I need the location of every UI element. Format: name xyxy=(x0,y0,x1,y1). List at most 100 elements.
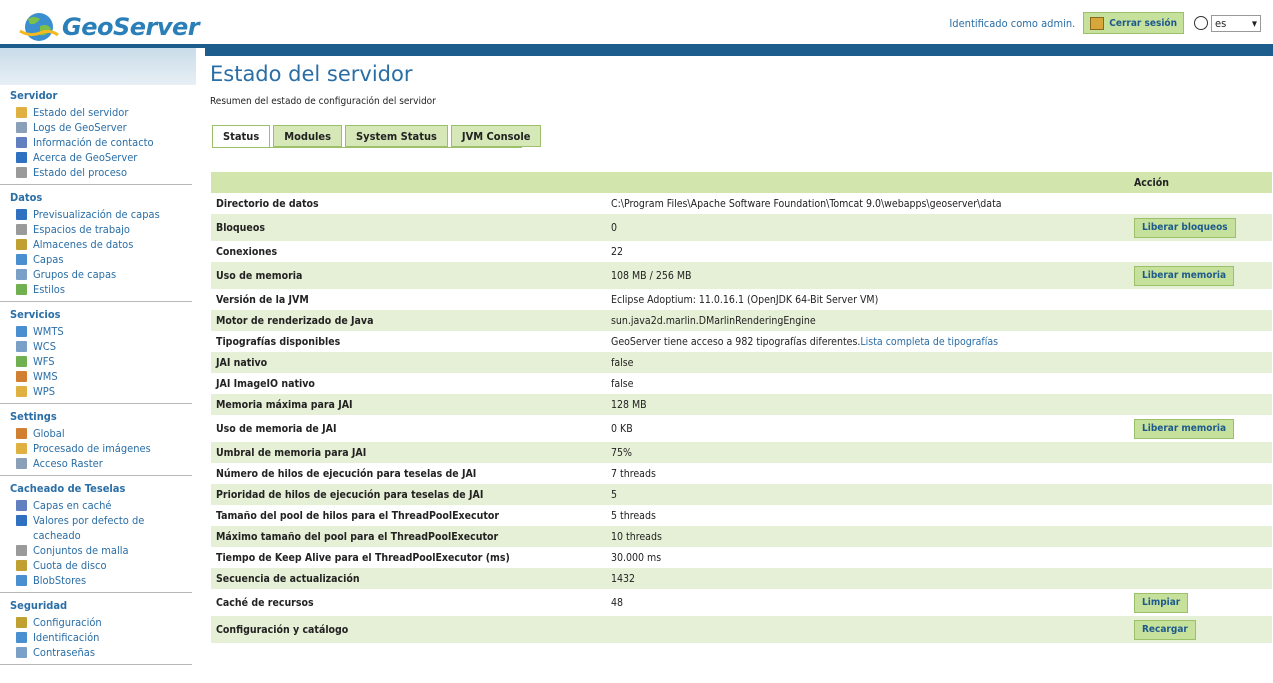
logo-text: GeoServer xyxy=(62,13,200,41)
sidebar-item[interactable]: Acceso Raster xyxy=(16,456,192,471)
row-value-text: 5 xyxy=(611,488,618,501)
row-value-text: 0 xyxy=(611,221,618,234)
sidebar-item[interactable]: Contraseñas xyxy=(16,645,192,660)
sidebar-item-label: Capas xyxy=(33,253,64,266)
layers-icon xyxy=(16,254,27,265)
sidebar-item[interactable]: Cuota de disco xyxy=(16,558,192,573)
sidebar-item-label: Logs de GeoServer xyxy=(33,121,127,134)
sidebar-item[interactable]: Estilos xyxy=(16,282,192,297)
row-value: 7 threads xyxy=(606,463,1129,484)
sidebar-item-label: Información de contacto xyxy=(33,136,154,149)
sidebar-item-label: Global xyxy=(33,427,65,440)
sidebar-item[interactable]: Global xyxy=(16,426,192,441)
tab-bar: Status Modules System Status JVM Console xyxy=(212,125,544,148)
table-row: Bloqueos 0 Liberar bloqueos xyxy=(211,214,1272,241)
sidebar-item-label: WMTS xyxy=(33,325,64,338)
sidebar: Servidor Estado del servidor Logs de GeoSe… xyxy=(0,48,196,683)
tab-jvm-console[interactable]: JVM Console xyxy=(450,125,542,147)
sidebar-item[interactable]: WMS xyxy=(16,369,192,384)
row-value: false xyxy=(606,352,1129,373)
table-row: Memoria máxima para JAI 128 MB xyxy=(211,394,1272,415)
fonts-list-link[interactable]: Lista completa de tipografías xyxy=(860,336,998,348)
row-label: Memoria máxima para JAI xyxy=(211,394,606,415)
row-action xyxy=(1129,568,1272,589)
action-button[interactable]: Recargar xyxy=(1134,619,1196,640)
sidebar-item[interactable]: WCS xyxy=(16,339,192,354)
sidebar-item[interactable]: Previsualización de capas xyxy=(16,207,192,222)
sidebar-item-label: Estilos xyxy=(33,283,65,296)
sidebar-item-label: Procesado de imágenes xyxy=(33,442,151,455)
sidebar-group-settings: Settings Global Procesado de imágenes Acces… xyxy=(0,410,192,476)
language-select[interactable]: es ▾ xyxy=(1211,14,1261,32)
row-label: Número de hilos de ejecución para tesela… xyxy=(216,467,477,480)
action-button[interactable]: Liberar memoria xyxy=(1134,418,1235,439)
sidebar-item[interactable]: WFS xyxy=(16,354,192,369)
tab-modules[interactable]: Modules xyxy=(273,125,342,147)
global-icon xyxy=(16,428,27,439)
sidebar-group-servicios: Servicios WMTS WCS WFS WMS WPS xyxy=(0,308,192,404)
row-action xyxy=(1129,463,1272,484)
sidebar-item[interactable]: Espacios de trabajo xyxy=(16,222,192,237)
action-button[interactable]: Liberar bloqueos xyxy=(1134,217,1236,238)
sidebar-item[interactable]: Información de contacto xyxy=(16,135,192,150)
table-row: Configuración y catálogo Recargar xyxy=(211,616,1272,643)
row-action xyxy=(1129,241,1272,262)
sidebar-item[interactable]: Identificación xyxy=(16,630,192,645)
row-label: Tiempo de Keep Alive para el ThreadPoolE… xyxy=(216,551,510,564)
sidebar-item-label: Capas en caché xyxy=(33,499,112,512)
table-row: Directorio de datos C:\Program Files\Apac… xyxy=(211,193,1272,214)
sidebar-item-label: WPS xyxy=(33,385,56,398)
row-action xyxy=(1129,547,1272,568)
sidebar-item[interactable]: Acerca de GeoServer xyxy=(16,150,192,165)
server-status-icon xyxy=(16,107,27,118)
sidebar-item[interactable]: Procesado de imágenes xyxy=(16,441,192,456)
logged-in-text: Identificado como admin. xyxy=(949,16,1076,30)
row-label: Prioridad de hilos de ejecución para tes… xyxy=(211,484,606,505)
row-label: Umbral de memoria para JAI xyxy=(211,442,606,463)
passwords-icon xyxy=(16,647,27,658)
sidebar-item-label: Almacenes de datos xyxy=(33,238,134,251)
page-title: Estado del servidor xyxy=(210,62,413,86)
blobstores-icon xyxy=(16,575,27,586)
table-row: Tipografías disponibles GeoServer tiene a… xyxy=(211,331,1272,352)
table-header-row: Acción xyxy=(211,172,1272,193)
sidebar-item-label: Grupos de capas xyxy=(33,268,117,281)
logout-button[interactable]: Cerrar sesión xyxy=(1083,12,1184,34)
sidebar-item[interactable]: WPS xyxy=(16,384,192,399)
row-value: 0 KB xyxy=(606,415,1129,442)
sidebar-item[interactable]: Logs de GeoServer xyxy=(16,120,192,135)
row-action: Recargar xyxy=(1129,616,1272,643)
row-action xyxy=(1129,394,1272,415)
action-button[interactable]: Limpiar xyxy=(1134,592,1189,613)
tab-status[interactable]: Status xyxy=(212,125,271,148)
sidebar-group-title: Datos xyxy=(10,191,43,204)
sidebar-item[interactable]: Configuración xyxy=(16,615,192,630)
sidebar-item-label: Acceso Raster xyxy=(33,457,103,470)
row-action: Limpiar xyxy=(1129,589,1272,616)
sidebar-item-label: WFS xyxy=(33,355,55,368)
row-label: Uso de memoria xyxy=(211,262,606,289)
row-action xyxy=(1129,484,1272,505)
sidebar-item[interactable]: Estado del servidor xyxy=(16,105,192,120)
geoserver-logo[interactable]: GeoServer xyxy=(18,10,200,44)
sidebar-item[interactable]: WMTS xyxy=(16,324,192,339)
wms-icon xyxy=(16,371,27,382)
tab-system-status[interactable]: System Status xyxy=(345,125,448,147)
sidebar-item[interactable]: Capas xyxy=(16,252,192,267)
sidebar-item[interactable]: Almacenes de datos xyxy=(16,237,192,252)
wps-icon xyxy=(16,386,27,397)
sidebar-item[interactable]: Estado del proceso xyxy=(16,165,192,180)
sidebar-item[interactable]: Conjuntos de malla xyxy=(16,543,192,558)
header-cell-label xyxy=(211,172,606,193)
sidebar-item-label: Acerca de GeoServer xyxy=(33,151,138,164)
action-button[interactable]: Liberar memoria xyxy=(1134,265,1235,286)
sidebar-item[interactable]: Valores por defecto de cacheado xyxy=(16,513,192,543)
folder-icon xyxy=(16,224,27,235)
sidebar-item[interactable]: Capas en caché xyxy=(16,498,192,513)
language-globe-icon xyxy=(1194,16,1208,30)
sidebar-item[interactable]: BlobStores xyxy=(16,573,192,588)
table-row: Uso de memoria 108 MB / 256 MB Liberar mem… xyxy=(211,262,1272,289)
sidebar-item[interactable]: Grupos de capas xyxy=(16,267,192,282)
sidebar-group-title: Cacheado de Teselas xyxy=(10,482,126,495)
row-value-text: 48 xyxy=(611,596,624,609)
